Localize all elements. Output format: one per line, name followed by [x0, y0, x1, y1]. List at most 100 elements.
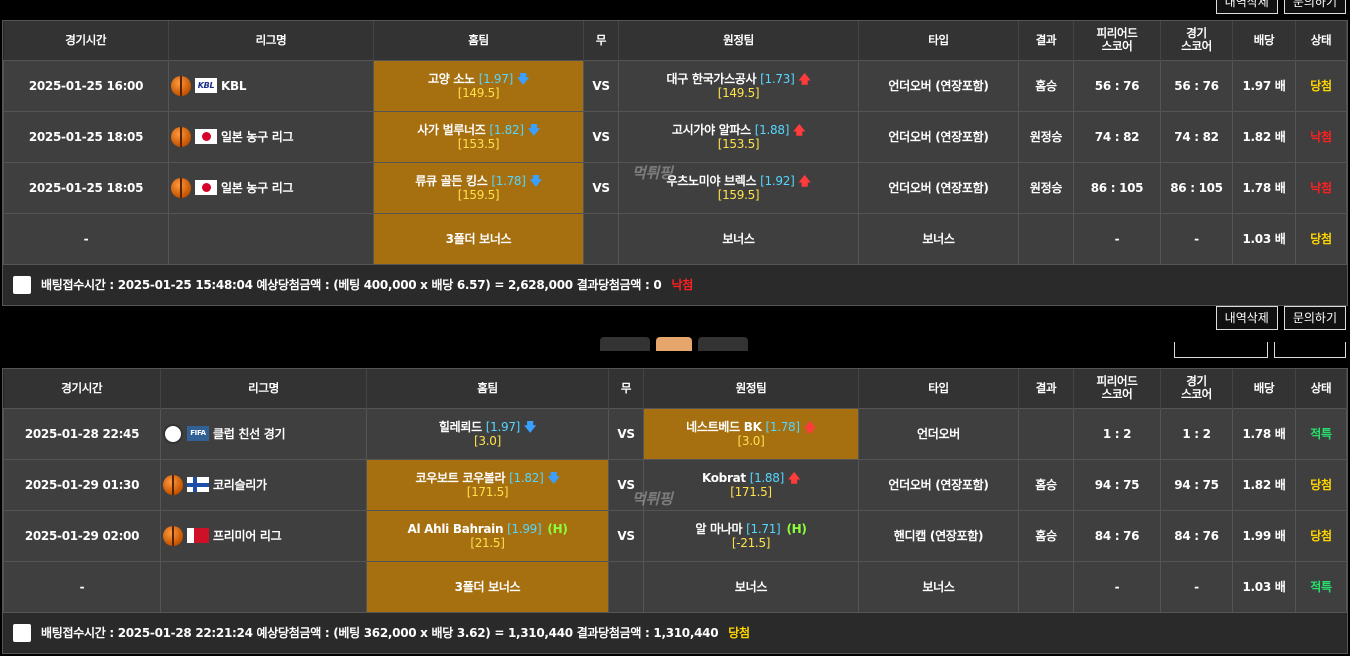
period-score: 94 : 75 [1073, 458, 1161, 511]
home-trend-icon: (H) [547, 521, 568, 536]
away-team-name: 고시가야 알파스 [671, 122, 755, 137]
home-team-cell[interactable]: 코우보트 코우볼라 [1.82] 🡇 [171.5] [366, 458, 609, 511]
league-cell [160, 560, 367, 613]
column-header: 무 [608, 369, 644, 408]
result [1018, 560, 1074, 613]
delete-history-button[interactable]: 내역삭제 [1215, 306, 1278, 330]
away-odds: [1.92] [760, 173, 795, 188]
column-header: 원정팀 [643, 369, 859, 408]
column-header: 배당 [1232, 21, 1296, 60]
home-trend-icon: 🡇 [547, 470, 560, 485]
away-team-name: 네스트베드 BK [686, 419, 766, 434]
odds-value: 1.82 배 [1232, 458, 1296, 511]
footer-result: 당첨 [728, 626, 750, 640]
column-header: 경기 스코어 [1160, 369, 1233, 408]
bet-type: 언더오버 (연장포함) [858, 458, 1019, 511]
column-header: 리그명 [160, 369, 367, 408]
kbl-logo-icon: KBL [195, 78, 217, 93]
column-header: 경기시간 [3, 369, 161, 408]
ghost-button [1274, 342, 1346, 358]
bet-type: 보너스 [858, 212, 1019, 265]
status-badge: 적특 [1295, 407, 1347, 460]
draw-cell[interactable]: VS [608, 509, 644, 562]
odds-value: 1.99 배 [1232, 509, 1296, 562]
ghost-button-group [1174, 342, 1346, 358]
home-team-name: 고양 소노 [427, 71, 479, 86]
home-team-name: Al Ahli Bahrain [407, 521, 508, 536]
home-handicap: [159.5] [457, 187, 500, 202]
away-odds: [1.88] [749, 470, 785, 485]
game-time: 2025-01-28 22:45 [3, 407, 161, 460]
page-tab[interactable] [600, 337, 650, 351]
away-team-cell[interactable]: 대구 한국가스공사 [1.73] 🡅 [149.5] [618, 59, 859, 112]
away-trend-icon: 🡅 [803, 419, 816, 434]
column-header: 상태 [1295, 369, 1347, 408]
result: 원정승 [1018, 110, 1074, 163]
odds-value: 1.03 배 [1232, 560, 1296, 613]
bet-type: 언더오버 (연장포함) [858, 59, 1019, 112]
away-handicap: [159.5] [717, 187, 760, 202]
league-cell: 프리미어 리그 [160, 509, 367, 562]
game-score: 1 : 2 [1160, 407, 1233, 460]
away-team-cell[interactable]: Kobrat [1.88] 🡅 [171.5] [643, 458, 859, 511]
basketball-icon [163, 525, 183, 546]
away-team-cell[interactable]: 알 마나마 [1.71] (H) [-21.5] [643, 509, 859, 562]
game-time: 2025-01-25 16:00 [3, 59, 169, 112]
table-row: 2025-01-25 16:00 KBL KBL 고양 소노 [1.97] 🡇 [149.… [3, 59, 1347, 112]
home-team-cell[interactable]: 고양 소노 [1.97] 🡇 [149.5] [373, 59, 584, 112]
home-odds: [1.97] [485, 419, 521, 434]
game-score: - [1160, 560, 1233, 613]
basketball-icon [171, 75, 191, 96]
page-tab-active[interactable] [656, 337, 692, 351]
home-team-cell[interactable]: 류큐 골든 킹스 [1.78] 🡇 [159.5] [373, 161, 584, 214]
game-score: 84 : 76 [1160, 509, 1233, 562]
league-name: 클럽 친선 경기 [213, 427, 286, 441]
home-team-cell[interactable]: 사가 벌루너즈 [1.82] 🡇 [153.5] [373, 110, 584, 163]
bonus-row: -3폴더 보너스 보너스 보너스 - -1.03 배 당첨 [3, 212, 1347, 265]
home-team-cell[interactable]: Al Ahli Bahrain [1.99] (H) [21.5] [366, 509, 609, 562]
result [1018, 407, 1074, 460]
table-row: 2025-01-25 18:05 일본 농구 리그 사가 벌루너즈 [1.82] 🡇 [… [3, 110, 1347, 163]
home-handicap: [21.5] [470, 535, 505, 550]
period-score: 84 : 76 [1073, 509, 1161, 562]
bet-table-2: 경기시간 리그명 홈팀 무 원정팀 타입 결과 피리어드 스코어 경기 스코어 배당 상태 2025-0… [3, 369, 1347, 613]
column-header: 경기시간 [3, 21, 169, 60]
status-badge: 당첨 [1295, 509, 1347, 562]
draw-cell[interactable]: VS [608, 407, 644, 460]
inquiry-button[interactable]: 문의하기 [1283, 306, 1346, 330]
home-team-name: 코우보트 코우볼라 [415, 470, 510, 485]
soccer-ball-icon [163, 423, 183, 444]
result: 홈승 [1018, 458, 1074, 511]
column-header: 경기 스코어 [1160, 21, 1233, 60]
odds-value: 1.78 배 [1232, 161, 1296, 214]
draw-cell[interactable]: VS [583, 110, 619, 163]
away-odds: [1.71] [746, 521, 781, 536]
home-trend-icon: 🡇 [516, 71, 530, 86]
home-odds: [1.82] [509, 470, 544, 485]
home-team-cell: 3폴더 보너스 [373, 212, 584, 265]
odds-value: 1.97 배 [1232, 59, 1296, 112]
slip-footer: 배팅접수시간 : 2025-01-25 15:48:04 예상당첨금액 : (베… [3, 264, 1347, 305]
table-row: 2025-01-29 01:30 코리슬리가 코우보트 코우볼라 [1.82] 🡇 [1… [3, 458, 1347, 511]
game-time: - [3, 212, 169, 265]
away-team-cell: 보너스 [618, 212, 859, 265]
inquiry-button[interactable]: 문의하기 [1283, 0, 1346, 14]
delete-history-button[interactable]: 내역삭제 [1215, 0, 1278, 14]
draw-cell[interactable]: VS [583, 161, 619, 214]
away-team-cell[interactable]: 고시가야 알파스 [1.88] 🡅 [153.5] [618, 110, 859, 163]
bet-type: 핸디캡 (연장포함) [858, 509, 1019, 562]
basketball-icon [171, 126, 191, 147]
bet-type: 보너스 [858, 560, 1019, 613]
home-trend-icon: 🡇 [524, 419, 537, 434]
league-wrap: FIFA 클럽 친선 경기 [161, 423, 366, 444]
away-team-cell[interactable]: 네스트베드 BK [1.78] 🡅 [3.0] [643, 407, 859, 460]
select-checkbox[interactable] [13, 623, 31, 642]
league-wrap: 일본 농구 리그 [169, 126, 373, 147]
league-wrap: 프리미어 리그 [161, 525, 366, 546]
away-odds: [1.88] [754, 122, 790, 137]
select-checkbox[interactable] [13, 275, 31, 294]
column-header: 홈팀 [366, 369, 609, 408]
home-team-cell[interactable]: 힐레뢰드 [1.97] 🡇 [3.0] [366, 407, 609, 460]
draw-cell[interactable]: VS [583, 59, 619, 112]
page-tab[interactable] [698, 337, 748, 351]
